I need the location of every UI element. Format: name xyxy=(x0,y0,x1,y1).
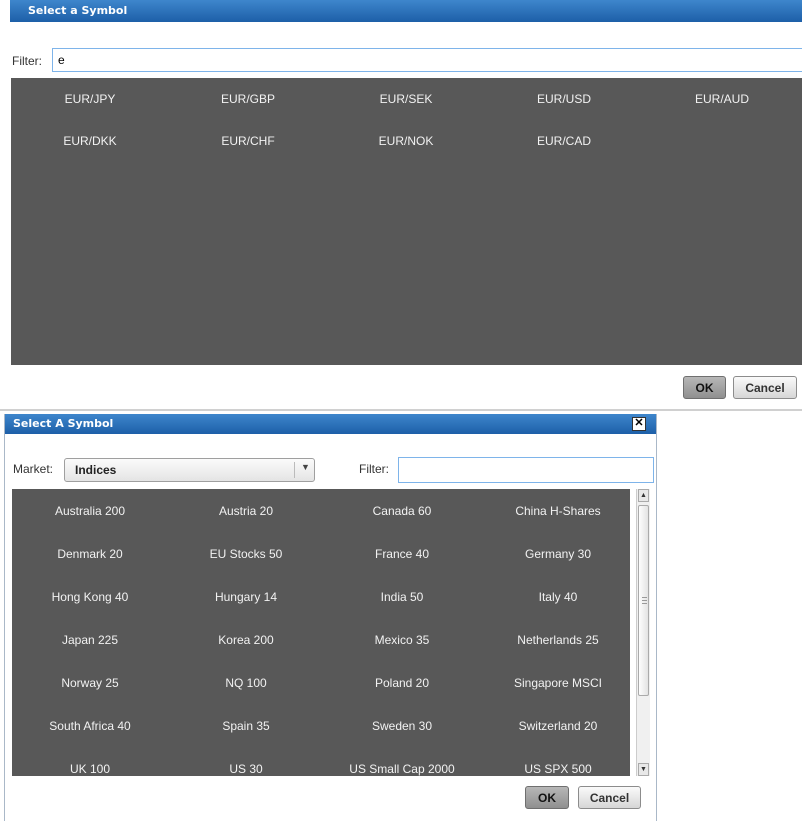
symbol-grid: EUR/JPY EUR/GBP EUR/SEK EUR/USD EUR/AUD EUR/D… xyxy=(11,78,802,365)
chevron-down-icon: ▼ xyxy=(301,462,310,472)
symbol-item[interactable]: Spain 35 xyxy=(168,719,324,733)
symbol-item[interactable]: EUR/NOK xyxy=(327,134,485,148)
symbol-grid-2: Australia 200 Austria 20 Canada 60 China H-… xyxy=(12,489,630,776)
scroll-up-icon[interactable]: ▲ xyxy=(638,489,649,502)
symbol-item[interactable]: US SPX 500 xyxy=(480,762,630,776)
symbol-item[interactable]: Sweden 30 xyxy=(324,719,480,733)
symbol-item[interactable]: EUR/CHF xyxy=(169,134,327,148)
select-symbol-dialog-2: Select A Symbol ✕ Market: Indices ▼ Filt… xyxy=(4,414,657,821)
symbol-item[interactable]: EUR/USD xyxy=(485,92,643,106)
symbol-item[interactable]: Mexico 35 xyxy=(324,633,480,647)
close-icon[interactable]: ✕ xyxy=(632,417,646,431)
dialog-1-title: Select a Symbol xyxy=(28,4,128,17)
symbol-item[interactable]: EUR/JPY xyxy=(11,92,169,106)
divider xyxy=(0,409,802,411)
symbol-item[interactable]: EUR/CAD xyxy=(485,134,643,148)
ok-button[interactable]: OK xyxy=(683,376,726,399)
ok-button-2[interactable]: OK xyxy=(525,786,569,809)
filter-input-2[interactable] xyxy=(398,457,654,483)
dialog-2-title: Select A Symbol xyxy=(13,417,114,430)
symbol-item[interactable]: Singapore MSCI xyxy=(480,676,630,690)
scrollbar-thumb[interactable] xyxy=(638,505,649,696)
symbol-item[interactable]: Austria 20 xyxy=(168,504,324,518)
symbol-item[interactable]: EUR/GBP xyxy=(169,92,327,106)
symbol-item[interactable]: Germany 30 xyxy=(480,547,630,561)
dialog-1-titlebar: Select a Symbol xyxy=(10,0,802,22)
vertical-scrollbar[interactable]: ▲ ▼ xyxy=(636,489,650,776)
dropdown-separator xyxy=(294,462,295,478)
symbol-item[interactable]: US Small Cap 2000 xyxy=(324,762,480,776)
filter-input[interactable] xyxy=(52,48,802,72)
symbol-item[interactable]: EUR/DKK xyxy=(11,134,169,148)
symbol-item[interactable]: NQ 100 xyxy=(168,676,324,690)
symbol-item[interactable]: EUR/SEK xyxy=(327,92,485,106)
cancel-button-2[interactable]: Cancel xyxy=(578,786,641,809)
symbol-item[interactable]: South Africa 40 xyxy=(12,719,168,733)
select-symbol-dialog-1: Select a Symbol Filter: EUR/JPYEUR/GBPEU… xyxy=(0,0,802,408)
symbol-item[interactable]: UK 100 xyxy=(12,762,168,776)
symbol-item[interactable]: Hungary 14 xyxy=(168,590,324,604)
symbol-item[interactable]: EU Stocks 50 xyxy=(168,547,324,561)
cancel-button[interactable]: Cancel xyxy=(733,376,797,399)
market-dropdown[interactable]: Indices ▼ xyxy=(64,458,315,482)
symbol-item[interactable]: Poland 20 xyxy=(324,676,480,690)
symbol-item[interactable]: France 40 xyxy=(324,547,480,561)
market-selected-value: Indices xyxy=(75,463,117,477)
symbol-item[interactable]: Canada 60 xyxy=(324,504,480,518)
symbol-item[interactable]: Korea 200 xyxy=(168,633,324,647)
symbol-item[interactable]: EUR/AUD xyxy=(643,92,801,106)
symbol-item[interactable]: China H-Shares xyxy=(480,504,630,518)
symbol-item[interactable]: Norway 25 xyxy=(12,676,168,690)
symbol-item[interactable]: Italy 40 xyxy=(480,590,630,604)
symbol-item[interactable]: Australia 200 xyxy=(12,504,168,518)
symbol-item[interactable]: India 50 xyxy=(324,590,480,604)
market-label: Market: xyxy=(13,462,54,476)
scroll-down-icon[interactable]: ▼ xyxy=(638,763,649,776)
filter-label-2: Filter: xyxy=(359,462,389,476)
symbol-item[interactable]: Switzerland 20 xyxy=(480,719,630,733)
dialog-2-titlebar: Select A Symbol xyxy=(5,414,656,434)
symbol-item[interactable]: Denmark 20 xyxy=(12,547,168,561)
symbol-item[interactable]: Japan 225 xyxy=(12,633,168,647)
symbol-item[interactable]: Netherlands 25 xyxy=(480,633,630,647)
filter-label: Filter: xyxy=(12,54,42,68)
symbol-item[interactable]: Hong Kong 40 xyxy=(12,590,168,604)
symbol-item[interactable]: US 30 xyxy=(168,762,324,776)
